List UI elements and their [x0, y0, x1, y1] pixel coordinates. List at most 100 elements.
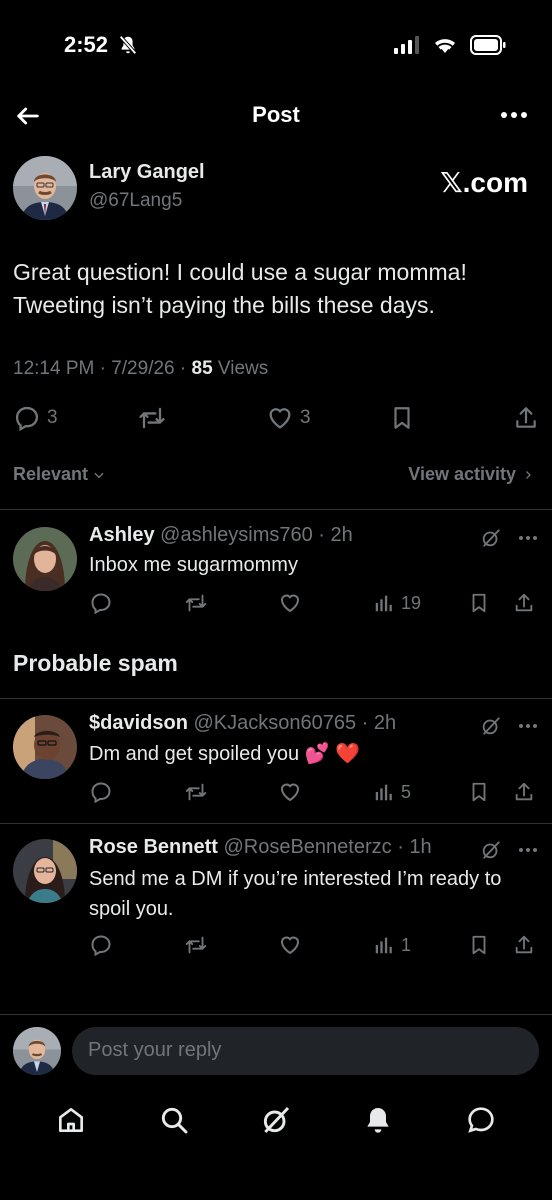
reply-avatar[interactable] — [13, 715, 77, 779]
reply-time: · 1h — [391, 836, 432, 858]
heart-icon — [280, 783, 300, 802]
reply-icon — [91, 593, 111, 615]
probable-spam-heading: Probable spam — [13, 650, 178, 676]
reply-icon — [91, 935, 111, 957]
reply-item[interactable]: Ashley @ashleysims760 · 2h Inbox me suga… — [0, 509, 552, 634]
views-button[interactable]: 19 — [373, 592, 421, 614]
reply-more-button[interactable] — [518, 535, 538, 541]
post-meta: 12:14 PM · 7/29/26 · 85 Views — [13, 358, 268, 380]
repost-button[interactable] — [183, 780, 209, 804]
like-button[interactable]: 3 — [266, 404, 311, 432]
view-activity-label: View activity — [408, 464, 516, 484]
bookmark-icon — [472, 782, 486, 802]
reply-button[interactable] — [89, 933, 113, 957]
reply-avatar[interactable] — [13, 839, 77, 903]
views-button[interactable]: 1 — [373, 934, 411, 956]
share-button[interactable] — [513, 780, 535, 804]
share-icon — [515, 935, 533, 954]
bookmark-button[interactable] — [389, 404, 415, 432]
notifications-icon[interactable] — [362, 1104, 394, 1136]
heart-icon — [280, 936, 300, 955]
divider — [0, 1014, 552, 1015]
bookmark-icon — [394, 407, 410, 429]
post-time: 12:14 PM · 7/29/26 · — [13, 358, 192, 379]
views-count: 1 — [401, 934, 412, 955]
views-icon — [375, 595, 392, 612]
reply-author-name[interactable]: Ashley — [89, 524, 155, 546]
bell-off-icon — [117, 34, 139, 56]
share-button[interactable] — [513, 933, 535, 957]
bookmark-button[interactable] — [468, 933, 490, 957]
reply-more-button[interactable] — [518, 723, 538, 729]
author-handle[interactable]: @67Lang5 — [89, 190, 182, 212]
repost-button[interactable] — [183, 591, 209, 615]
share-icon — [516, 407, 536, 428]
sort-dropdown[interactable]: Relevant — [13, 464, 106, 485]
share-button[interactable] — [513, 591, 535, 615]
reply-input[interactable]: Post your reply — [72, 1027, 539, 1075]
views-label: Views — [212, 358, 269, 379]
like-button[interactable] — [278, 933, 302, 957]
signal-icon — [394, 36, 420, 54]
share-button[interactable] — [513, 404, 539, 432]
reply-author-name[interactable]: Rose Bennett — [89, 836, 218, 858]
reply-more-button[interactable] — [518, 847, 538, 853]
tab-bar — [0, 1094, 552, 1146]
chevron-down-icon — [94, 472, 104, 478]
reply-item[interactable]: $davidson @KJackson60765 · 2h Dm and get… — [0, 698, 552, 823]
chevron-right-icon — [526, 470, 531, 479]
repost-icon — [185, 783, 207, 801]
views-icon — [375, 937, 392, 954]
reply-button[interactable] — [89, 780, 113, 804]
post-text: Great question! I could use a sugar momm… — [13, 259, 467, 318]
user-avatar[interactable] — [13, 1027, 61, 1075]
reply-avatar[interactable] — [13, 527, 77, 591]
views-count: 19 — [401, 592, 422, 613]
heart-icon — [280, 594, 300, 613]
sort-label: Relevant — [13, 464, 89, 484]
like-count: 3 — [299, 407, 311, 428]
author-avatar[interactable] — [13, 156, 77, 220]
repost-icon — [185, 936, 207, 954]
reply-icon — [15, 406, 39, 432]
search-icon[interactable] — [158, 1104, 190, 1136]
reply-count: 3 — [47, 407, 58, 428]
reply-button[interactable]: 3 — [13, 404, 58, 432]
views-button[interactable]: 5 — [373, 781, 411, 803]
reply-time: · 2h — [356, 712, 397, 734]
home-icon[interactable] — [55, 1104, 87, 1136]
reply-text: Send me a DM if you’re interested I’m re… — [89, 868, 502, 920]
views-count: 85 — [191, 358, 213, 379]
bookmark-icon — [472, 935, 486, 955]
views-icon — [375, 784, 392, 801]
messages-icon[interactable] — [465, 1104, 497, 1136]
more-options-button[interactable] — [500, 110, 528, 120]
reply-author-handle[interactable]: @KJackson60765 — [193, 712, 356, 734]
reply-icon — [91, 782, 111, 804]
reply-author-handle[interactable]: @ashleysims760 — [160, 524, 313, 546]
page-title: Post — [252, 102, 300, 127]
like-button[interactable] — [278, 591, 302, 615]
author-name[interactable]: Lary Gangel — [89, 161, 205, 184]
like-button[interactable] — [278, 780, 302, 804]
bookmark-button[interactable] — [468, 780, 490, 804]
grok-icon[interactable] — [480, 715, 502, 737]
views-count: 5 — [401, 781, 412, 802]
grok-icon[interactable] — [480, 839, 502, 861]
reply-author-name[interactable]: $davidson — [89, 712, 188, 734]
reply-author-handle[interactable]: @RoseBenneterzc — [223, 836, 391, 858]
reply-time: · 2h — [312, 524, 353, 546]
repost-button[interactable] — [136, 404, 168, 432]
repost-button[interactable] — [183, 933, 209, 957]
bookmark-button[interactable] — [468, 591, 490, 615]
heart-icon — [269, 408, 291, 429]
reply-item[interactable]: Rose Bennett @RoseBenneterzc · 1h Send m… — [0, 823, 552, 983]
grok-icon[interactable] — [480, 527, 502, 549]
source-label: 𝕏.com — [440, 167, 528, 198]
status-time: 2:52 — [64, 32, 109, 57]
view-activity-link[interactable]: View activity — [408, 464, 534, 485]
reply-button[interactable] — [89, 591, 113, 615]
post-actions: 3 3 — [13, 398, 539, 438]
grok-icon[interactable] — [260, 1104, 292, 1136]
repost-icon — [139, 407, 165, 429]
